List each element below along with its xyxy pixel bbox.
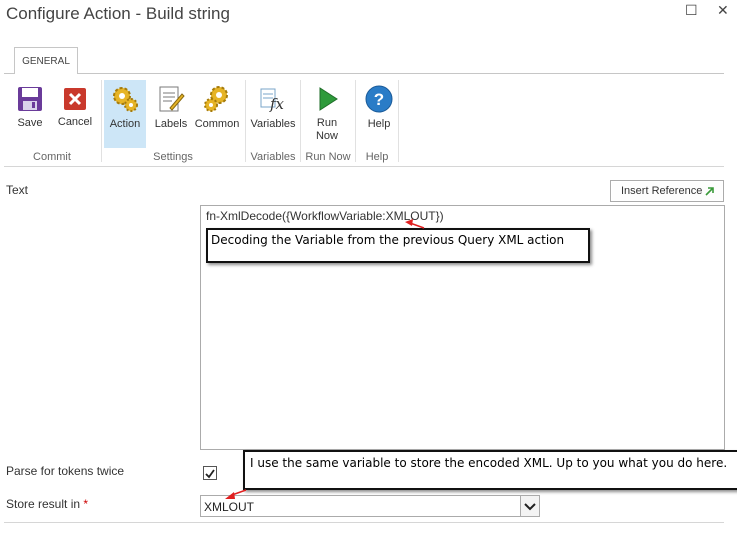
group-label-variables: Variables [250, 151, 296, 163]
run-now-play-icon [319, 87, 338, 111]
annotation-text: Decoding the Variable from the previous … [211, 233, 565, 247]
annotation-text: I use the same variable to store the enc… [250, 456, 728, 470]
group-separator [355, 80, 356, 162]
dropdown-arrow[interactable] [520, 496, 539, 516]
run-now-button[interactable]: Run Now [305, 80, 349, 142]
action-label: Action [109, 118, 141, 130]
cancel-icon [64, 88, 86, 110]
help-icon: ? [365, 85, 393, 113]
help-label: Help [367, 118, 391, 130]
group-label-commit: Commit [33, 151, 71, 163]
required-mark: * [83, 497, 89, 511]
close-icon[interactable]: ✕ [717, 2, 729, 19]
bottom-divider [4, 522, 724, 523]
annotation-callout: I use the same variable to store the enc… [243, 450, 737, 490]
maximize-icon[interactable]: ☐ [685, 2, 698, 19]
parse-tokens-checkbox[interactable] [203, 466, 217, 480]
text-label: Text [6, 183, 29, 197]
checkmark-icon [205, 469, 215, 479]
group-separator [398, 80, 399, 162]
run-now-label-line2: Now [315, 130, 338, 142]
annotation-arrow-icon [225, 489, 247, 499]
labels-icon [159, 86, 185, 112]
run-now-label-line1: Run [316, 117, 338, 129]
common-button[interactable]: Common [194, 80, 240, 130]
group-separator [101, 80, 102, 162]
store-result-select[interactable]: XMLOUT [200, 495, 540, 517]
svg-text:?: ? [374, 90, 384, 109]
group-label-run-now: Run Now [305, 151, 351, 163]
store-result-value: XMLOUT [204, 500, 255, 514]
labels-button[interactable]: Labels [150, 80, 192, 130]
tab-general[interactable]: GENERAL [14, 47, 78, 74]
save-label: Save [17, 117, 43, 129]
annotation-callout: Decoding the Variable from the previous … [206, 228, 590, 263]
dialog-title: Configure Action - Build string [6, 4, 230, 23]
variables-button[interactable]: fx Variables [249, 80, 297, 130]
group-separator [245, 80, 246, 162]
save-icon [18, 87, 42, 111]
store-result-text: Store result in [6, 497, 81, 511]
variables-fx-icon: fx [260, 88, 285, 113]
insert-arrow-icon [705, 187, 714, 196]
save-button[interactable]: Save [10, 80, 50, 129]
insert-reference-label: Insert Reference [621, 185, 703, 197]
group-label-help: Help [365, 151, 389, 163]
chevron-down-icon [524, 503, 536, 511]
group-separator [300, 80, 301, 162]
variables-label: Variables [250, 118, 296, 130]
labels-label: Labels [154, 118, 188, 130]
common-label: Common [194, 118, 240, 130]
action-gear-icon [113, 87, 138, 112]
parse-tokens-label: Parse for tokens twice [6, 464, 125, 478]
help-button[interactable]: ? Help [359, 80, 399, 130]
cancel-label: Cancel [57, 116, 93, 128]
cancel-button[interactable]: Cancel [56, 80, 94, 128]
insert-reference-button[interactable]: Insert Reference [610, 180, 724, 202]
group-label-settings: Settings [153, 151, 193, 163]
store-result-label: Store result in * [6, 497, 88, 511]
action-button[interactable]: Action [104, 80, 146, 148]
annotation-arrow-icon [405, 219, 425, 229]
common-gear-icon [204, 86, 228, 112]
svg-text:fx: fx [269, 95, 285, 113]
